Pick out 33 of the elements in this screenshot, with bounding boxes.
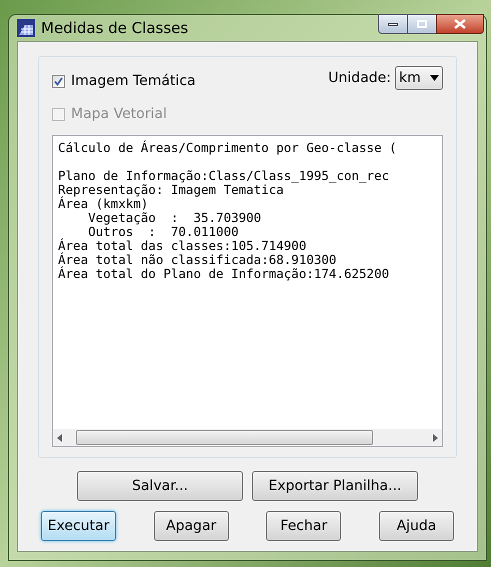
checkbox-label: Imagem Temática [71, 72, 196, 91]
close-icon [454, 19, 466, 29]
left-arrow-icon [57, 434, 62, 442]
scroll-thumb[interactable] [76, 430, 373, 445]
dialog-button[interactable]: Exportar Planilha... [252, 471, 418, 501]
window-title: Medidas de Classes [41, 18, 188, 39]
checkbox[interactable] [52, 75, 65, 88]
dialog-button[interactable]: Ajuda [378, 511, 454, 541]
dialog-button[interactable]: Fechar [266, 511, 342, 541]
report-line: Área total das classes:105.714900 [58, 239, 308, 253]
caret-icon [430, 75, 439, 81]
dialog-button[interactable]: Apagar [154, 511, 229, 541]
report-line: Plano de Informação:Class/Class_1995_con_rec [58, 169, 390, 183]
unit-label: Unidade: [328, 68, 391, 88]
maximize-button[interactable] [408, 14, 436, 34]
report-line: Área total do Plano de Informação:174.625200 [58, 267, 390, 281]
report-line: Área (kmxkm) [58, 197, 148, 211]
checkbox-label: Mapa Vetorial [71, 105, 167, 124]
minimize-button[interactable] [378, 14, 408, 34]
report-line: Representação: Imagem Tematica [58, 183, 284, 197]
report-text-area[interactable] [52, 135, 443, 447]
dialog-button[interactable]: Executar [41, 511, 116, 541]
horizontal-scrollbar[interactable] [53, 429, 442, 446]
right-arrow-icon [433, 434, 438, 442]
check-icon [54, 77, 63, 86]
dialog-button[interactable]: Salvar... [77, 471, 243, 501]
report-line: Vegetação : 35.703900 [87, 211, 262, 225]
report-line: Outros : 70.011000 [88, 225, 240, 239]
grid-app-icon [17, 19, 35, 37]
close-button[interactable] [436, 14, 484, 34]
unit-dropdown[interactable]: km [395, 66, 443, 90]
report-line: Área total não classificada:68.910300 [58, 253, 338, 267]
report-heading: Cálculo de Áreas/Comprimento por Geo-classe ( [58, 141, 398, 155]
